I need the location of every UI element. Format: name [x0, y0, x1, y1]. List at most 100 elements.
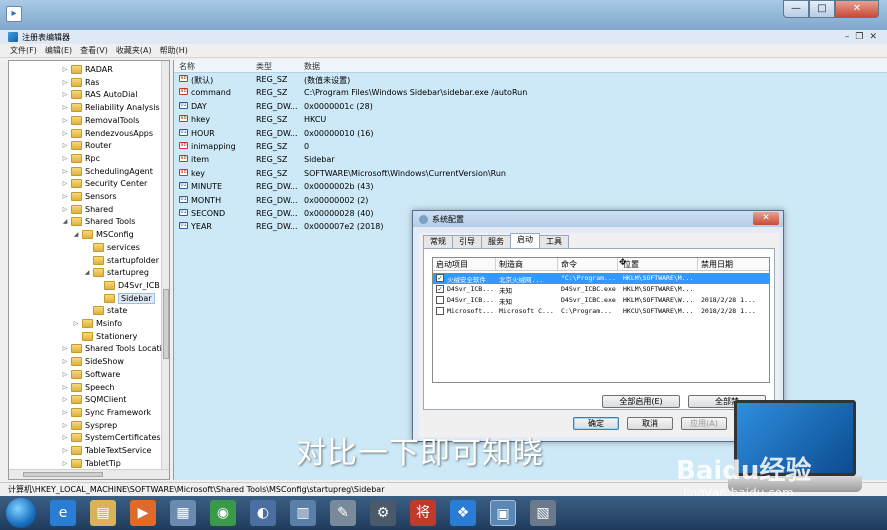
- close-button[interactable]: ✕: [835, 0, 879, 18]
- tab-1[interactable]: 引导: [452, 235, 482, 248]
- tree-item[interactable]: ▷ SideShow: [61, 355, 124, 368]
- tree-item[interactable]: ▷ Software: [61, 368, 120, 381]
- tree-item[interactable]: ▷ Rpc: [61, 152, 100, 165]
- system-config-taskbar-icon[interactable]: ▣: [490, 500, 516, 526]
- tree-item[interactable]: ▷ SQMClient: [61, 393, 126, 406]
- tree-item[interactable]: D4Svr_ICB: [94, 279, 160, 292]
- expand-icon[interactable]: ▷: [61, 409, 69, 416]
- expand-icon[interactable]: ▷: [61, 180, 69, 187]
- tree-item[interactable]: ▷ Msinfo: [72, 317, 122, 330]
- tree-item[interactable]: Sidebar: [94, 292, 155, 305]
- tree-hscroll-thumb[interactable]: [23, 472, 103, 477]
- tree-item[interactable]: ▷ Reliability Analysis: [61, 101, 160, 114]
- ie-icon[interactable]: e: [50, 500, 76, 526]
- tree-scroll-thumb[interactable]: [163, 289, 169, 359]
- col-startup-item[interactable]: 启动项目: [436, 259, 468, 270]
- tree-item[interactable]: ▷ Sensors: [61, 190, 117, 203]
- expand-icon[interactable]: ▷: [61, 155, 69, 162]
- value-row[interactable]: ab command REG_SZ C:\Program Files\Windows …: [174, 87, 674, 100]
- expand-icon[interactable]: ▷: [61, 434, 69, 441]
- tree-item[interactable]: state: [83, 304, 127, 317]
- paint-icon[interactable]: ✎: [330, 500, 356, 526]
- startup-checkbox[interactable]: ✓: [436, 274, 444, 282]
- tree-item[interactable]: ▷ TableTextService: [61, 444, 151, 457]
- ok-button[interactable]: 确定: [573, 417, 619, 430]
- expand-icon[interactable]: ▷: [61, 168, 69, 175]
- expand-icon[interactable]: ▷: [61, 384, 69, 391]
- menu-item-3[interactable]: 收藏夹(A): [116, 45, 152, 56]
- col-maker[interactable]: 制造商: [499, 259, 523, 270]
- document-icon[interactable]: ▥: [290, 500, 316, 526]
- expand-icon[interactable]: ▷: [61, 91, 69, 98]
- tree-item[interactable]: ▷ SchedulingAgent: [61, 165, 153, 178]
- value-row[interactable]: 01 MONTH REG_DW... 0x00000002 (2): [174, 195, 674, 208]
- tree-item[interactable]: ▷ Security Center: [61, 177, 147, 190]
- tree-item[interactable]: ◢ startupreg: [83, 266, 149, 279]
- column-type[interactable]: 类型: [256, 61, 272, 72]
- tree-item[interactable]: ▷ RemovalTools: [61, 114, 139, 127]
- tree-item[interactable]: ▷ Sysprep: [61, 419, 117, 432]
- startup-checkbox[interactable]: [436, 307, 444, 315]
- value-row[interactable]: 01 DAY REG_DW... 0x0000001c (28): [174, 101, 674, 114]
- value-row[interactable]: ab key REG_SZ SOFTWARE\Microsoft\Windows\Cu…: [174, 168, 674, 181]
- tree-vertical-scrollbar[interactable]: [161, 61, 169, 469]
- expand-icon[interactable]: ▷: [61, 206, 69, 213]
- chess-icon[interactable]: 将: [410, 500, 436, 526]
- app-icon-11[interactable]: ❖: [450, 500, 476, 526]
- tree-item[interactable]: ◢ Shared Tools: [61, 215, 135, 228]
- expand-icon[interactable]: ▷: [61, 130, 69, 137]
- startup-list[interactable]: 启动项目 制造商 命令 位置 ✥ 禁用日期 ✓ 火绒安全软件 北京火绒网... "C:…: [432, 257, 770, 383]
- startup-row[interactable]: D4Svr_ICB... 未知 D4Svr_ICBC.exe HKLM\SOFTWAR…: [433, 295, 769, 306]
- expand-icon[interactable]: ▷: [61, 371, 69, 378]
- expand-icon[interactable]: ◢: [83, 269, 91, 276]
- tree-item[interactable]: Stationery: [72, 330, 137, 343]
- menu-item-0[interactable]: 文件(F): [10, 45, 37, 56]
- tree-item[interactable]: services: [83, 241, 140, 254]
- tree-item[interactable]: startupfolder: [83, 254, 159, 267]
- startup-row[interactable]: ✓ D4Svr_ICB... 未知 D4Svr_ICBC.exe HKLM\SOFTWA…: [433, 284, 769, 295]
- tab-2[interactable]: 服务: [481, 235, 511, 248]
- expand-icon[interactable]: ▷: [61, 142, 69, 149]
- col-command[interactable]: 命令: [561, 259, 577, 270]
- startup-row[interactable]: ✓ 火绒安全软件 北京火绒网... "C:\Program... HKLM\SOFTWA…: [433, 273, 769, 284]
- apply-button[interactable]: 应用(A): [681, 417, 727, 430]
- expand-icon[interactable]: ▷: [61, 447, 69, 454]
- expand-icon[interactable]: ▷: [61, 422, 69, 429]
- value-row[interactable]: 01 HOUR REG_DW... 0x00000010 (16): [174, 128, 674, 141]
- media-player-icon[interactable]: ▶: [130, 500, 156, 526]
- menu-item-2[interactable]: 查看(V): [80, 45, 108, 56]
- expand-icon[interactable]: ▷: [72, 320, 80, 327]
- expand-icon[interactable]: ◢: [72, 231, 80, 238]
- startup-checkbox[interactable]: ✓: [436, 285, 444, 293]
- value-row[interactable]: ab hkey REG_SZ HKCU: [174, 114, 674, 127]
- menu-item-1[interactable]: 编辑(E): [45, 45, 72, 56]
- cancel-button[interactable]: 取消: [627, 417, 673, 430]
- tree-item[interactable]: ◢ MSConfig: [72, 228, 134, 241]
- expand-icon[interactable]: ▷: [61, 460, 69, 467]
- app-icon-6[interactable]: ◐: [250, 500, 276, 526]
- tree-item[interactable]: ▷ RendezvousApps: [61, 127, 153, 140]
- tree-item[interactable]: ▷ RAS AutoDial: [61, 88, 137, 101]
- expand-icon[interactable]: ▷: [61, 345, 69, 352]
- app-icon-9[interactable]: ⚙: [370, 500, 396, 526]
- tab-4[interactable]: 工具: [539, 235, 569, 248]
- startup-checkbox[interactable]: [436, 296, 444, 304]
- app-icon-4[interactable]: ▦: [170, 500, 196, 526]
- tab-0[interactable]: 常规: [423, 235, 453, 248]
- regedit-close-icon[interactable]: ✕: [869, 32, 877, 42]
- value-row[interactable]: ab inimapping REG_SZ 0: [174, 141, 674, 154]
- maximize-button[interactable]: □: [809, 0, 835, 18]
- menu-item-4[interactable]: 帮助(H): [160, 45, 188, 56]
- expand-icon[interactable]: ▷: [61, 396, 69, 403]
- tree-item[interactable]: ▷ TabletTip: [61, 457, 121, 470]
- expand-icon[interactable]: ▷: [61, 104, 69, 111]
- col-disabled-date[interactable]: 禁用日期: [701, 259, 733, 270]
- tab-3[interactable]: 启动: [510, 233, 540, 248]
- tree-horizontal-scrollbar[interactable]: [9, 469, 169, 479]
- explorer-icon[interactable]: ▤: [90, 500, 116, 526]
- enable-all-button[interactable]: 全部启用(E): [602, 395, 680, 408]
- start-button[interactable]: [6, 498, 36, 528]
- startup-row[interactable]: Microsoft... Microsoft C... C:\Program... H…: [433, 306, 769, 317]
- tree-item[interactable]: ▷ RADAR: [61, 63, 113, 76]
- expand-icon[interactable]: ▷: [61, 193, 69, 200]
